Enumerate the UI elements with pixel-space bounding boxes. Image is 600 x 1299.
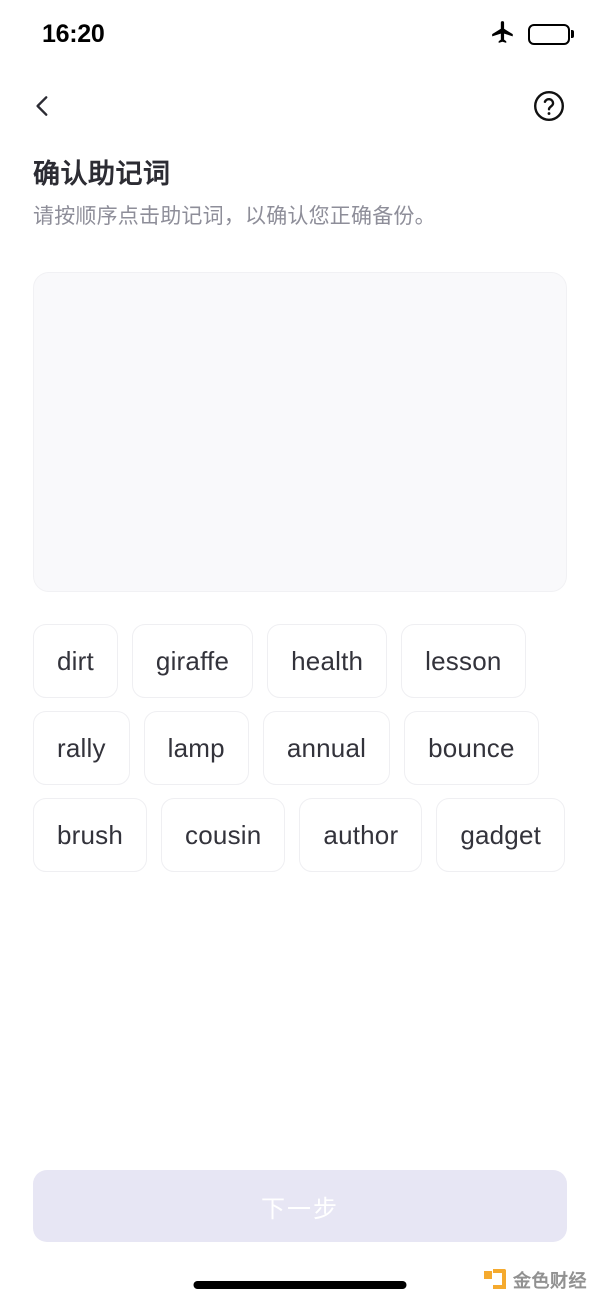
page-subtitle: 请按顺序点击助记词，以确认您正确备份。: [33, 204, 436, 228]
word-chip[interactable]: lesson: [401, 624, 526, 698]
watermark-text: 金色财经: [513, 1271, 587, 1291]
home-indicator: [193, 1281, 407, 1289]
word-chip[interactable]: annual: [262, 711, 391, 785]
help-button[interactable]: [526, 84, 572, 130]
word-pool: dirt giraffe health lesson rally lamp annual bo…: [33, 624, 567, 872]
jinse-logo-icon: [484, 1269, 506, 1291]
word-chip[interactable]: giraffe: [131, 624, 254, 698]
word-chip[interactable]: bounce: [404, 711, 539, 785]
nav-bar: [0, 78, 600, 136]
chevron-left-icon: [30, 93, 56, 122]
page-title: 确认助记词: [33, 159, 171, 189]
watermark: 金色财经: [484, 1267, 587, 1293]
status-bar: 16:20: [0, 0, 600, 68]
status-time: 16:20: [42, 19, 105, 48]
word-chip[interactable]: gadget: [436, 798, 566, 872]
word-chip[interactable]: brush: [33, 798, 148, 872]
word-chip[interactable]: author: [299, 798, 423, 872]
airplane-mode-icon: [490, 19, 516, 50]
word-chip[interactable]: rally: [33, 711, 130, 785]
next-step-button[interactable]: 下一步: [33, 1170, 567, 1242]
status-indicators: [490, 19, 570, 50]
phone-screen: 16:20 确认助记词 请按顺序点击助记词，以确认您正确备份。 dirt gir…: [0, 0, 600, 1299]
back-button[interactable]: [20, 84, 66, 130]
battery-low-power-icon: [528, 23, 570, 45]
header-block: 确认助记词 请按顺序点击助记词，以确认您正确备份。: [33, 158, 573, 231]
selected-words-dropzone[interactable]: [33, 272, 567, 592]
word-chip[interactable]: lamp: [143, 711, 249, 785]
question-mark-circle-icon: [531, 88, 567, 127]
word-chip[interactable]: dirt: [33, 624, 118, 698]
word-chip[interactable]: health: [267, 624, 388, 698]
word-chip[interactable]: cousin: [161, 798, 286, 872]
